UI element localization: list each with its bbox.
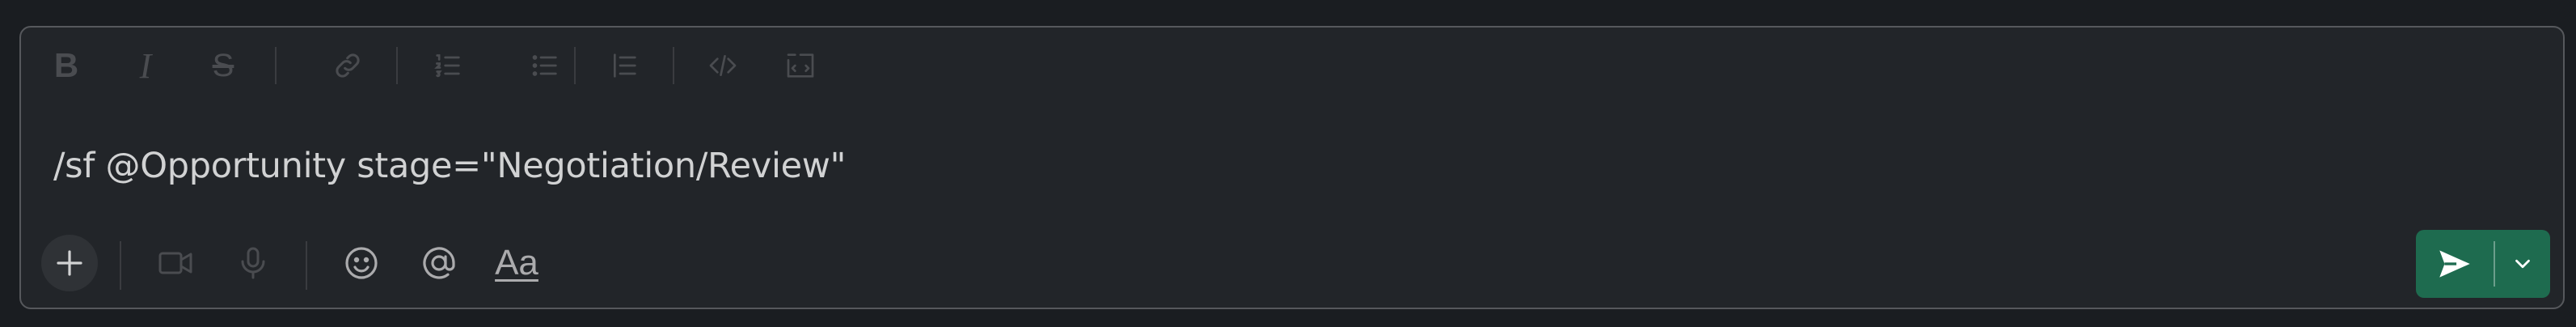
schedule-send-button[interactable] bbox=[2495, 230, 2550, 298]
attach-button[interactable] bbox=[41, 235, 98, 291]
italic-button[interactable]: I bbox=[123, 45, 168, 86]
link-button[interactable] bbox=[325, 45, 370, 86]
audio-clip-button[interactable] bbox=[225, 235, 281, 291]
link-icon bbox=[336, 53, 360, 78]
video-clip-button[interactable] bbox=[147, 235, 204, 291]
code-button[interactable] bbox=[700, 45, 745, 86]
emoji-icon bbox=[345, 247, 378, 279]
mention-button[interactable] bbox=[411, 235, 467, 291]
video-icon bbox=[158, 252, 192, 274]
formatting-toggle-button[interactable]: Aa bbox=[488, 235, 545, 291]
message-input[interactable]: /sf @Opportunity stage="Negotiation/Revi… bbox=[53, 146, 846, 186]
mention-icon bbox=[423, 247, 455, 279]
formatting-icon: Aa bbox=[495, 243, 538, 282]
bulleted-list-button[interactable] bbox=[522, 45, 568, 86]
strikethrough-button[interactable]: S bbox=[201, 45, 246, 86]
emoji-button[interactable] bbox=[333, 235, 390, 291]
code-block-button[interactable] bbox=[778, 45, 823, 86]
toolbar-divider bbox=[396, 47, 398, 84]
bulleted-list-icon bbox=[532, 55, 557, 76]
blockquote-button[interactable] bbox=[602, 45, 647, 86]
send-button[interactable] bbox=[2416, 230, 2494, 298]
send-icon bbox=[2439, 250, 2470, 278]
toolbar-divider bbox=[275, 47, 277, 84]
ordered-list-icon bbox=[434, 54, 460, 78]
action-divider bbox=[306, 241, 307, 290]
microphone-icon bbox=[241, 247, 265, 279]
italic-icon: I bbox=[139, 45, 152, 86]
send-button-group bbox=[2416, 230, 2550, 298]
chevron-down-icon bbox=[2515, 259, 2530, 269]
action-divider bbox=[120, 241, 121, 290]
toolbar-divider bbox=[673, 47, 674, 84]
bold-icon: B bbox=[53, 46, 79, 84]
code-icon bbox=[709, 55, 737, 76]
toolbar-divider bbox=[574, 47, 576, 84]
bold-button[interactable]: B bbox=[44, 45, 89, 86]
ordered-list-button[interactable] bbox=[425, 45, 471, 86]
plus-icon bbox=[57, 250, 82, 276]
message-composer[interactable]: B I S /sf @Opportunity stage="Negotiatio… bbox=[19, 26, 2565, 309]
code-block-icon bbox=[787, 53, 814, 78]
blockquote-icon bbox=[614, 53, 636, 78]
strikethrough-icon: S bbox=[212, 47, 234, 83]
